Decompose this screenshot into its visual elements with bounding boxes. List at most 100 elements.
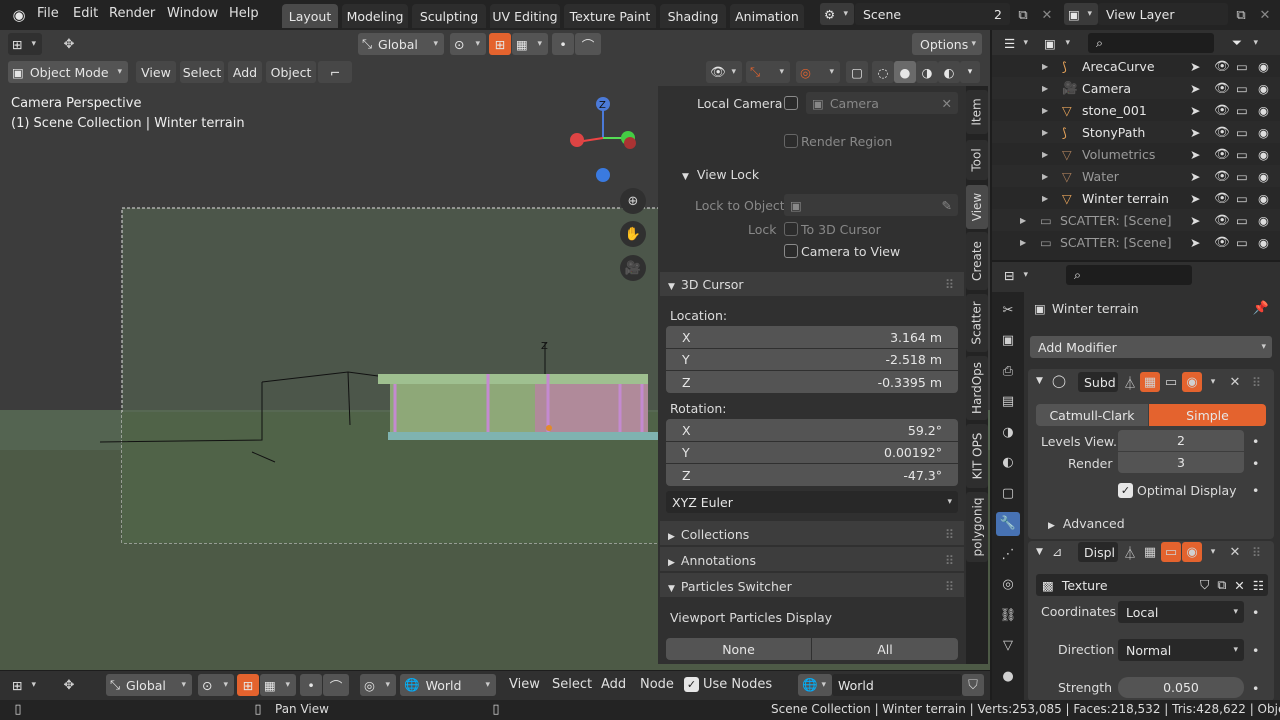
menu-view[interactable]: View xyxy=(136,61,176,83)
direction-dropdown[interactable]: Normal ▾ xyxy=(1118,639,1244,661)
outliner-row[interactable]: ▶ ▽ Water ➤ 👁 ▭ ◉ xyxy=(992,165,1280,187)
menu-add[interactable]: Add xyxy=(228,61,262,83)
clear-icon[interactable]: ✕ xyxy=(942,96,952,111)
filter-dropdown[interactable]: ⏷ ▾ xyxy=(1228,33,1264,53)
eye-icon[interactable]: 👁 xyxy=(1214,102,1230,118)
tab-texture-paint[interactable]: Texture Paint xyxy=(564,4,656,28)
collapse-icon[interactable]: ▼ xyxy=(1036,376,1043,386)
outliner-editor-type[interactable]: ☰ ▾ xyxy=(1000,33,1034,53)
rotation-x-field[interactable]: X 59.2° xyxy=(666,419,958,441)
world-type-dropdown[interactable]: 🌐 World ▾ xyxy=(400,674,496,696)
scene-icon[interactable]: ◑ xyxy=(996,420,1020,444)
display-mode-dropdown[interactable]: ▣ ▾ xyxy=(1040,33,1076,53)
menu-file[interactable]: File xyxy=(37,6,59,21)
outliner-search-input[interactable]: ⌕ xyxy=(1088,33,1214,53)
proportional-edit-icon[interactable]: • xyxy=(552,33,574,55)
shader-type-dropdown[interactable]: ◎ ▾ xyxy=(360,674,396,696)
remove-modifier-icon[interactable]: ✕ xyxy=(1225,542,1245,562)
node-menu-node[interactable]: Node xyxy=(640,677,674,692)
rotation-y-field[interactable]: Y 0.00192° xyxy=(666,442,958,463)
pan-hand-icon[interactable]: ✋ xyxy=(620,221,646,247)
modifier-menu-icon[interactable]: ▾ xyxy=(1203,542,1223,562)
eyedropper-icon[interactable]: ✎ xyxy=(942,198,952,213)
viewport-display-icon[interactable]: ▭ xyxy=(1236,81,1248,96)
eye-icon[interactable]: 👁 xyxy=(1214,212,1230,228)
expand-arrow-icon[interactable]: ▶ xyxy=(1042,84,1048,93)
viewport-display-icon[interactable]: ▭ xyxy=(1236,191,1248,206)
location-z-field[interactable]: Z -0.3395 m xyxy=(666,371,958,393)
on-cage-icon[interactable]: ▦ xyxy=(1140,372,1160,392)
world-browse-dropdown[interactable]: 🌐 ▾ xyxy=(798,674,832,696)
tab-layout[interactable]: Layout xyxy=(282,4,338,28)
collapse-icon[interactable]: ▼ xyxy=(1036,547,1043,557)
render-camera-icon[interactable]: ◉ xyxy=(1258,103,1269,118)
modifier-icon[interactable]: 🔧 xyxy=(996,511,1020,536)
render-camera-icon[interactable]: ◉ xyxy=(1258,235,1269,250)
pivot-dropdown[interactable]: ⊙ ▾ xyxy=(450,33,486,55)
location-x-field[interactable]: X 3.164 m xyxy=(666,326,958,348)
drag-handle-icon[interactable]: ⠿ xyxy=(945,527,954,542)
tool-icon[interactable]: ✂ xyxy=(996,298,1020,322)
render-icon[interactable]: ◉ xyxy=(1182,372,1202,392)
sidebar-tab-view[interactable]: View xyxy=(966,185,988,229)
render-camera-icon[interactable]: ◉ xyxy=(1258,125,1269,140)
node-pivot-dropdown[interactable]: ⊙ ▾ xyxy=(198,674,234,696)
drag-handle-icon[interactable]: ⠿ xyxy=(945,553,954,568)
constraints-icon[interactable]: ⛓ xyxy=(996,603,1020,627)
new-view-layer-icon[interactable]: ⧉ xyxy=(1230,4,1252,26)
select-arrow-icon[interactable]: ➤ xyxy=(1190,169,1200,184)
fake-user-icon[interactable]: ⛉ xyxy=(1200,577,1209,593)
drag-handle-icon[interactable]: ⠿ xyxy=(1252,545,1261,560)
sidebar-tab-item[interactable]: Item xyxy=(966,90,988,134)
browse-icon[interactable]: ☷ xyxy=(1253,578,1264,593)
visibility-dropdown[interactable]: 👁 ▾ xyxy=(706,61,742,83)
menu-window[interactable]: Window xyxy=(167,6,218,21)
rotation-z-field[interactable]: Z -47.3° xyxy=(666,464,958,486)
menu-render[interactable]: Render xyxy=(109,6,155,21)
expand-arrow-icon[interactable]: ▶ xyxy=(1042,128,1048,137)
modifier-menu-icon[interactable]: ▾ xyxy=(1203,372,1223,392)
zoom-icon[interactable]: ⊕ xyxy=(620,188,646,214)
add-modifier-dropdown[interactable]: Add Modifier ▾ xyxy=(1030,336,1272,358)
drag-handle-icon[interactable]: ⠿ xyxy=(945,277,954,292)
blender-logo-icon[interactable]: ◉ xyxy=(8,4,30,26)
sidebar-tab-kit-ops[interactable]: KIT OPS xyxy=(966,424,988,488)
outliner-row[interactable]: ▶ ▽ Winter terrain ➤ 👁 ▭ ◉ xyxy=(992,187,1280,209)
overlays-dropdown[interactable]: ◎ ▾ xyxy=(796,61,840,83)
menu-edit[interactable]: Edit xyxy=(73,6,98,21)
local-camera-checkbox[interactable] xyxy=(784,96,798,110)
snap-target-dropdown[interactable]: ▦ ▾ xyxy=(512,33,548,55)
tab-sculpting[interactable]: Sculpting xyxy=(412,4,486,28)
node-editor-type-dropdown[interactable]: ⊞ ▾ xyxy=(8,674,42,696)
eye-icon[interactable]: 👁 xyxy=(1214,124,1230,140)
camera-to-view-checkbox[interactable] xyxy=(784,244,798,258)
render-region-checkbox[interactable] xyxy=(784,134,798,148)
new-scene-icon[interactable]: ⧉ xyxy=(1012,4,1034,26)
viewport-display-icon[interactable]: ▭ xyxy=(1236,213,1248,228)
select-arrow-icon[interactable]: ➤ xyxy=(1190,147,1200,162)
view-layer-icon[interactable]: ▤ xyxy=(996,390,1020,414)
view-lock-header[interactable]: ▼ View Lock xyxy=(682,167,759,182)
keyframe-dot-icon[interactable]: • xyxy=(1252,483,1259,498)
to-3d-cursor-checkbox[interactable] xyxy=(784,222,798,236)
catmull-clark-button[interactable]: Catmull-Clark xyxy=(1036,404,1148,426)
tab-shading[interactable]: Shading xyxy=(660,4,726,28)
sidebar-tab-hardops[interactable]: HardOps xyxy=(966,356,988,420)
navigation-gizmo[interactable]: Z xyxy=(565,92,645,192)
pin-icon[interactable]: 📌 xyxy=(1252,299,1270,317)
output-icon[interactable]: ⎙ xyxy=(996,359,1020,383)
expand-arrow-icon[interactable]: ▶ xyxy=(1020,238,1026,247)
expand-arrow-icon[interactable]: ▶ xyxy=(1042,106,1048,115)
transform-cursor-icon[interactable]: ✥ xyxy=(58,674,80,696)
coordinates-dropdown[interactable]: Local ▾ xyxy=(1118,601,1244,623)
select-arrow-icon[interactable]: ➤ xyxy=(1190,59,1200,74)
eye-icon[interactable]: 👁 xyxy=(1214,146,1230,162)
node-menu-add[interactable]: Add xyxy=(601,677,626,692)
expand-arrow-icon[interactable]: ▶ xyxy=(1042,172,1048,181)
render-props-icon[interactable]: ▣ xyxy=(996,329,1020,353)
fake-user-icon[interactable]: ⛉ xyxy=(962,674,984,696)
simple-button[interactable]: Simple xyxy=(1149,404,1266,426)
shading-rendered-icon[interactable]: ◐ xyxy=(938,61,960,83)
expand-arrow-icon[interactable]: ▶ xyxy=(1042,62,1048,71)
select-arrow-icon[interactable]: ➤ xyxy=(1190,125,1200,140)
